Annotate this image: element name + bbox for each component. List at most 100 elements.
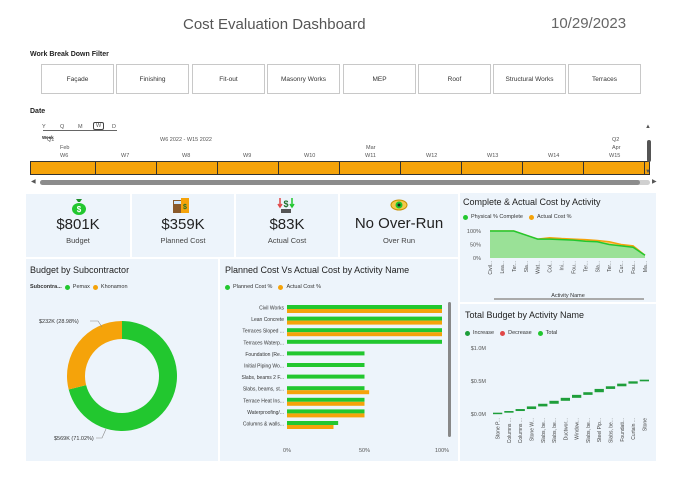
bar-actual[interactable] — [287, 309, 442, 313]
legend-label-actual: Actual Cost % — [286, 284, 321, 290]
waterfall-bar[interactable] — [583, 392, 593, 395]
filter-button[interactable]: Finishing — [116, 64, 189, 94]
x-category-label: Slabs, be... — [541, 418, 547, 443]
legend-label-total: Total — [545, 330, 558, 336]
waterfall-bar[interactable] — [639, 379, 649, 382]
timeline-tick — [217, 162, 218, 174]
legend-swatch-decrease — [500, 330, 506, 336]
waterfall-bar[interactable] — [504, 411, 514, 413]
granularity-month[interactable]: M — [78, 124, 83, 130]
waterfall-bar[interactable] — [526, 406, 537, 410]
week-label: W14 — [548, 153, 560, 159]
waterfall-chart: $1.0M $0.5M $0.0M Stone P... Columns ... Colu… — [471, 346, 649, 443]
slice-label-pemax: $569K (71.02%) — [54, 436, 94, 442]
chart-legend: Physical % Complete Actual Cost % — [463, 214, 572, 220]
week-label: W13 — [487, 153, 499, 159]
bar-planned[interactable] — [287, 363, 365, 367]
granularity-week[interactable]: W — [93, 122, 105, 130]
bar-planned[interactable] — [287, 386, 365, 391]
legend-label-increase: Increase — [473, 330, 495, 336]
waterfall-bar[interactable] — [493, 412, 503, 415]
category-label: Terraces Sloped ... — [242, 329, 284, 335]
category-label: Terrace Heat Ins... — [243, 398, 284, 404]
complete-actual-panel: Complete & Actual Cost by Activity Physi… — [460, 193, 656, 302]
waterfall-bar[interactable] — [617, 383, 627, 387]
filter-button[interactable]: Façade — [41, 64, 114, 94]
waterfall-bar[interactable] — [515, 409, 525, 412]
waterfall-bar[interactable] — [538, 403, 548, 407]
bar-planned[interactable] — [287, 397, 365, 402]
filter-button[interactable]: Terraces — [568, 64, 641, 94]
week-label: W7 — [121, 153, 130, 159]
filter-button[interactable]: Roof — [418, 64, 491, 94]
bar-planned[interactable] — [287, 339, 442, 344]
timeline-tick — [461, 162, 462, 174]
bar-planned[interactable] — [287, 421, 339, 425]
date-range-text: W6 2022 - W15 2022 — [160, 137, 212, 143]
kpi-planned-label: Planned Cost — [160, 236, 206, 245]
chart-legend: Planned Cost % Actual Cost % — [225, 284, 321, 290]
x-category-label: Wat... — [536, 261, 542, 274]
bar-planned[interactable] — [287, 316, 442, 321]
week-label: W9 — [243, 153, 252, 159]
calculator-icon: $ — [173, 198, 189, 213]
legend-label-pemax: Pemax — [72, 284, 90, 290]
timeline-bar[interactable] — [30, 161, 650, 175]
y-tick-label: $0.0M — [471, 412, 487, 418]
scroll-left-icon[interactable]: ◀ — [31, 178, 36, 185]
panel-title: Total Budget by Activity Name — [465, 310, 585, 320]
bar-actual[interactable] — [287, 390, 370, 395]
x-tick-label: 0% — [283, 448, 291, 454]
category-label: Initial Piping Wo... — [244, 364, 284, 370]
x-category-label: Slabs, be... — [586, 418, 592, 443]
scroll-down-icon[interactable]: ▼ — [645, 169, 651, 175]
y-tick-label: $0.5M — [471, 379, 487, 385]
scroll-up-icon[interactable]: ▲ — [645, 124, 651, 130]
area-chart: 100% 50% 0% Civil... Lea... Ter... Sla... Wat..… — [467, 229, 649, 300]
waterfall-bar[interactable] — [560, 397, 570, 401]
filter-button[interactable]: Masonry Works — [267, 64, 340, 94]
granularity-quarter[interactable]: Q — [60, 124, 64, 130]
kpi-card-planned: $ $359K Planned Cost — [132, 194, 234, 257]
granularity-day[interactable]: D — [112, 124, 116, 130]
panel-title: Planned Cost Vs Actual Cost by Activity … — [225, 265, 410, 275]
panel-title: Complete & Actual Cost by Activity — [463, 197, 601, 207]
x-category-label: Ter... — [583, 261, 589, 272]
bar-planned[interactable] — [287, 351, 365, 356]
bar-actual[interactable] — [287, 425, 334, 429]
bar-planned[interactable] — [287, 374, 365, 379]
x-category-label: Steel Pip... — [597, 418, 603, 442]
horizontal-scrollbar-thumb[interactable] — [40, 180, 640, 185]
bar-actual[interactable] — [287, 413, 365, 418]
kpi-actual-label: Actual Cost — [267, 236, 307, 245]
filter-button[interactable]: Fit-out — [192, 64, 265, 94]
bar-actual[interactable] — [287, 320, 442, 325]
vertical-scrollbar[interactable] — [647, 140, 651, 162]
bar-planned[interactable] — [287, 328, 442, 333]
legend-swatch-planned — [225, 284, 230, 290]
legend-swatch-total — [537, 330, 543, 336]
week-label: W10 — [304, 153, 316, 159]
report-date: 10/29/2023 — [551, 15, 627, 32]
granularity-year[interactable]: Y — [42, 124, 46, 130]
scroll-right-icon[interactable]: ▶ — [652, 178, 657, 185]
filter-button[interactable]: Structural Works — [493, 64, 566, 94]
waterfall-bar[interactable] — [572, 394, 582, 398]
filter-button[interactable]: MEP — [343, 64, 416, 94]
bar-planned[interactable] — [287, 409, 365, 414]
waterfall-bar[interactable] — [628, 381, 638, 384]
y-tick-label: 50% — [470, 243, 481, 249]
legend-label-complete: Physical % Complete — [471, 214, 523, 220]
bar-actual[interactable] — [287, 332, 442, 337]
x-category-label: Ter... — [607, 261, 613, 272]
legend-label-khonamon: Khonamon — [100, 284, 128, 290]
bar-planned[interactable] — [287, 305, 442, 309]
chart-scrollbar[interactable] — [494, 298, 644, 300]
waterfall-bar[interactable] — [594, 388, 604, 393]
bar-actual[interactable] — [287, 401, 365, 406]
legend-swatch-complete — [463, 214, 468, 220]
waterfall-bar[interactable] — [549, 400, 559, 404]
chart-scrollbar[interactable] — [448, 302, 451, 437]
donut-slice-khonamon[interactable] — [67, 321, 122, 390]
waterfall-bar[interactable] — [605, 386, 616, 389]
